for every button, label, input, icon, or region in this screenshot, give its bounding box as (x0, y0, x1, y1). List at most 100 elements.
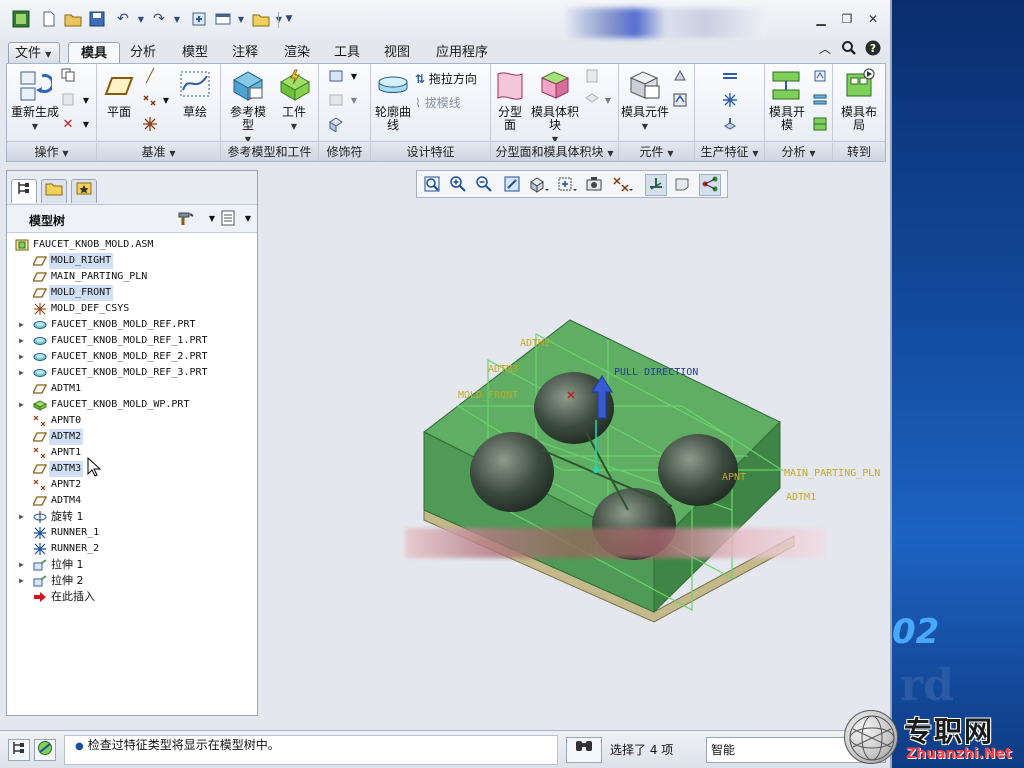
windows-dropdown-icon[interactable]: ▼ (232, 10, 250, 28)
zoom-out-icon[interactable] (473, 174, 495, 196)
tree-item[interactable]: ▶ 拉伸 2 (7, 573, 257, 589)
mold-layout-button[interactable]: 模具布局 (837, 68, 881, 132)
expand-arrow-icon[interactable]: ▶ (19, 397, 29, 413)
view-manager-icon[interactable] (583, 174, 605, 196)
analysis-2-icon[interactable] (811, 92, 829, 110)
draft-line-button[interactable]: ⌇ 拔模线 (415, 94, 461, 111)
windows-icon[interactable] (214, 10, 232, 28)
expand-arrow-icon[interactable]: ▶ (19, 317, 29, 333)
tree-item[interactable]: APNT1 (7, 445, 257, 461)
close-icon[interactable]: ✕ (864, 12, 882, 28)
repaint-icon[interactable] (501, 174, 523, 196)
refit-icon[interactable] (421, 174, 443, 196)
mold-component-button[interactable]: 模具元件 ▼ (621, 68, 669, 133)
axis-icon[interactable]: ╱ (141, 68, 159, 86)
display-style-icon[interactable] (527, 174, 549, 196)
tree-item[interactable]: ▶ FAUCET_KNOB_MOLD_WP.PRT (7, 397, 257, 413)
open-folder-icon[interactable] (64, 10, 82, 28)
folder-browser-tab-icon[interactable] (41, 179, 67, 203)
customize-quick-access-icon[interactable]: ▼ (280, 10, 298, 28)
toggle-navigator-icon[interactable] (8, 739, 30, 761)
contour-curve-button[interactable]: 轮廓曲线 (373, 68, 413, 132)
minimize-ribbon-icon[interactable]: ︿ (816, 40, 834, 58)
parting-surface-button[interactable]: 分型面 (493, 68, 527, 132)
tab-file[interactable]: 文件 ▼ (8, 42, 60, 64)
tab-analysis[interactable]: 分析 (124, 42, 162, 64)
tab-annotate[interactable]: 注释 (226, 42, 264, 64)
tree-item[interactable]: MAIN_PARTING_PLN (7, 269, 257, 285)
sketch-button[interactable]: 草绘 (175, 68, 215, 119)
modifier-2-dropdown-icon[interactable]: ▼ (345, 92, 363, 110)
runner-icon[interactable] (721, 68, 739, 86)
tree-item[interactable]: ADTM2 (7, 429, 257, 445)
modifier-1-icon[interactable] (327, 68, 345, 86)
analysis-1-icon[interactable] (811, 68, 829, 86)
maximize-icon[interactable]: ❐ (838, 12, 856, 28)
paste-icon[interactable] (59, 92, 77, 110)
show-menu-icon[interactable] (219, 210, 237, 228)
tree-item[interactable]: MOLD_RIGHT (7, 253, 257, 269)
tree-item[interactable]: ▶ 旋转 1 (7, 509, 257, 525)
mold-open-button[interactable]: 模具开模 (767, 68, 807, 132)
workpiece-button[interactable]: 工件 ▼ (273, 68, 315, 133)
tab-applications[interactable]: 应用程序 (430, 42, 494, 64)
component-tool-2-icon[interactable] (671, 92, 689, 110)
plane-button[interactable]: 平面 (99, 68, 139, 119)
redo-dropdown-icon[interactable]: ▼ (168, 10, 186, 28)
tab-view[interactable]: 视图 (378, 42, 416, 64)
datum-display-filter-icon[interactable] (611, 174, 633, 196)
explode-view-icon[interactable] (699, 174, 721, 196)
tree-item[interactable]: MOLD_DEF_CSYS (7, 301, 257, 317)
regenerate-quick-icon[interactable] (190, 10, 208, 28)
annotation-display-icon[interactable] (671, 174, 693, 196)
tree-item[interactable]: APNT0 (7, 413, 257, 429)
new-file-icon[interactable] (40, 10, 58, 28)
close-window-folder-icon[interactable] (252, 10, 270, 28)
expand-arrow-icon[interactable]: ▶ (19, 557, 29, 573)
tree-item[interactable]: ADTM4 (7, 493, 257, 509)
tree-item[interactable]: ▶ FAUCET_KNOB_MOLD_REF_2.PRT (7, 349, 257, 365)
expand-arrow-icon[interactable]: ▶ (19, 365, 29, 381)
tab-tools[interactable]: 工具 (328, 42, 366, 64)
ejector-pin-icon[interactable] (721, 116, 739, 134)
split-icon[interactable] (583, 68, 601, 86)
graphics-viewport[interactable]: ADTM2 ADTM3 MOLD_FRONT PULL DIRECTION MA… (262, 170, 888, 726)
tab-render[interactable]: 渲染 (278, 42, 316, 64)
volume-tools-dropdown-icon[interactable]: ▼ (599, 92, 617, 110)
modifier-2-icon[interactable] (327, 92, 345, 110)
tab-mold[interactable]: 模具 (68, 42, 120, 64)
redo-icon[interactable]: ↷ (150, 10, 168, 28)
model-tree-tab-icon[interactable] (11, 179, 37, 203)
water-line-icon[interactable] (721, 92, 739, 110)
tree-item[interactable]: ▶ 拉伸 1 (7, 557, 257, 573)
app-logo-icon[interactable] (12, 10, 30, 28)
analysis-3-icon[interactable] (811, 116, 829, 134)
help-icon[interactable]: ? (864, 40, 882, 58)
tree-item[interactable]: FAUCET_KNOB_MOLD.ASM (7, 237, 257, 253)
group-label-parting[interactable]: 分型面和模具体积块 ▼ (491, 141, 618, 161)
saved-orientations-icon[interactable] (555, 174, 577, 196)
tree-item[interactable]: ADTM3 (7, 461, 257, 477)
tab-model[interactable]: 模型 (176, 42, 214, 64)
mold-model-view[interactable]: ADTM2 ADTM3 MOLD_FRONT PULL DIRECTION MA… (262, 170, 888, 726)
group-label-production[interactable]: 生产特征 ▼ (695, 141, 764, 161)
tree-item[interactable]: ▶ FAUCET_KNOB_MOLD_REF_1.PRT (7, 333, 257, 349)
tree-item[interactable]: 在此插入 (7, 589, 257, 605)
expand-arrow-icon[interactable]: ▶ (19, 573, 29, 589)
copy-icon[interactable] (59, 68, 77, 86)
modifier-3-icon[interactable] (327, 116, 345, 134)
spin-center-icon[interactable] (645, 174, 667, 196)
tree-item[interactable]: RUNNER_1 (7, 525, 257, 541)
favorites-tab-icon[interactable] (71, 179, 97, 203)
zoom-in-icon[interactable] (447, 174, 469, 196)
drag-direction-button[interactable]: ⇅ 拖拉方向 (415, 70, 477, 87)
tree-item[interactable]: MOLD_FRONT (7, 285, 257, 301)
modifier-1-dropdown-icon[interactable]: ▼ (345, 68, 363, 86)
tree-item[interactable]: ADTM1 (7, 381, 257, 397)
delete-dropdown-icon[interactable]: ▼ (77, 116, 95, 134)
expand-arrow-icon[interactable]: ▶ (19, 509, 29, 525)
save-icon[interactable] (88, 10, 106, 28)
search-icon[interactable] (840, 40, 858, 58)
expand-arrow-icon[interactable]: ▶ (19, 349, 29, 365)
expand-arrow-icon[interactable]: ▶ (19, 333, 29, 349)
